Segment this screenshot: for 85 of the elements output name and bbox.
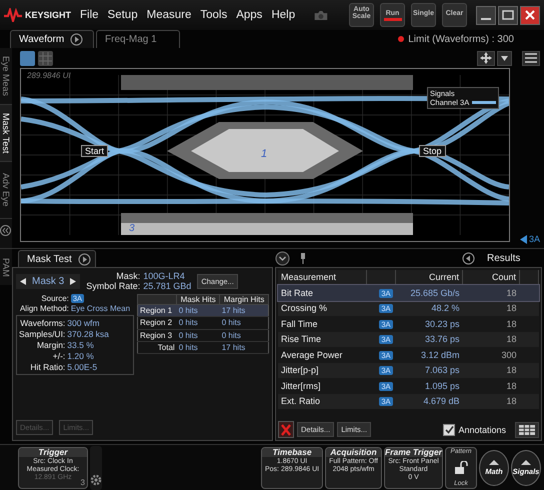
back-icon[interactable] <box>462 252 475 264</box>
panel-title: Results <box>487 252 520 264</box>
table-row[interactable]: Total 0 hits 17 hits <box>138 341 268 354</box>
menu-item[interactable]: Help <box>271 9 296 21</box>
column-header: Margin Hits <box>220 294 268 304</box>
logo-icon <box>4 8 22 22</box>
dropdown-button[interactable] <box>497 50 512 66</box>
move-icon <box>480 52 492 64</box>
maximize-button[interactable] <box>498 6 518 24</box>
checkbox-label: Annotations <box>458 424 506 434</box>
start-marker[interactable]: Start <box>81 145 108 157</box>
pan-button[interactable] <box>477 50 495 66</box>
region-label: 1 <box>261 148 268 160</box>
brand-name: KEYSIGHT <box>25 10 72 20</box>
menu-item[interactable]: Apps <box>236 9 262 21</box>
side-tab[interactable]: Mask Test <box>0 105 12 162</box>
menu-item[interactable]: Tools <box>200 9 228 21</box>
field-value: 1.20 % <box>67 351 95 361</box>
field-label: Symbol Rate: <box>86 281 140 291</box>
caret-icon <box>501 56 508 60</box>
table-row[interactable]: Region 2 0 hits 0 hits <box>138 316 268 329</box>
collapse-icon[interactable] <box>275 250 290 266</box>
annotations-checkbox[interactable] <box>443 424 456 436</box>
field-value: 370.28 ksa <box>67 329 110 339</box>
collapse-icon[interactable] <box>0 225 11 236</box>
table-layout-button[interactable] <box>515 422 539 438</box>
status-dot-icon <box>398 36 404 42</box>
field-label: Hit Ratio: <box>29 362 66 372</box>
close-icon <box>281 424 291 436</box>
field-value: 5.00E-5 <box>67 362 98 372</box>
left-arrow-icon <box>20 278 26 284</box>
minimize-icon <box>481 18 491 20</box>
close-button[interactable] <box>520 6 540 24</box>
maximize-icon <box>502 10 514 20</box>
pin-icon[interactable] <box>300 252 306 264</box>
minimize-button[interactable] <box>476 6 496 24</box>
tab[interactable]: Freq-Mag 1 <box>96 30 180 48</box>
table-row[interactable]: Region 3 0 hits 0 hits <box>138 329 268 342</box>
menu-icon <box>525 53 537 63</box>
gear-icon[interactable] <box>90 474 102 486</box>
field-label: Samples/UI: <box>19 329 66 339</box>
position-label: 289.9846 UI <box>27 71 71 80</box>
field-value: Eye Cross Mean <box>70 304 132 313</box>
field-value: 25.781 GBd <box>143 281 192 291</box>
limit-status: Limit (Waveforms) : 300 <box>408 34 514 44</box>
legend-line <box>472 101 496 104</box>
column-header: Measurement <box>278 270 366 284</box>
check-icon <box>444 425 454 434</box>
side-tab[interactable]: PAM <box>0 249 12 285</box>
mask-selector[interactable]: Mask 3 <box>16 274 80 288</box>
field-label: +/-: <box>52 351 66 361</box>
menu-button[interactable] <box>522 50 540 66</box>
delete-button[interactable] <box>278 421 294 438</box>
field-label: Waveforms: <box>19 318 66 328</box>
column-header: Current <box>396 270 462 284</box>
channel-label: 3A <box>528 234 540 244</box>
stop-marker[interactable]: Stop <box>419 145 446 157</box>
field-label: Mask: <box>115 271 140 281</box>
table-row[interactable]: Region 1 0 hits 17 hits <box>138 304 268 317</box>
column-header: Mask Hits <box>176 294 220 304</box>
lock-icon <box>454 460 468 474</box>
caret-icon <box>521 460 531 464</box>
field-label: Source: <box>40 294 69 303</box>
column-header: Count <box>462 270 520 284</box>
play-icon <box>70 33 84 46</box>
right-arrow-icon <box>70 278 76 284</box>
menu-item[interactable]: Measure <box>146 9 192 21</box>
multi-grid-icon[interactable] <box>38 50 53 66</box>
field-value: 33.5 % <box>67 340 95 350</box>
region-label: 3 <box>129 223 135 234</box>
close-icon <box>524 10 536 20</box>
caret-icon <box>489 460 499 464</box>
grid-icon <box>519 424 535 434</box>
play-icon <box>78 252 91 266</box>
tab[interactable]: Waveform <box>10 30 94 48</box>
panel-tab[interactable]: Mask Test <box>18 250 96 267</box>
field-value: 300 wfm <box>67 318 100 328</box>
single-grid-icon[interactable] <box>20 50 35 66</box>
menu-item[interactable]: Setup <box>108 9 138 21</box>
menu-item[interactable]: File <box>80 9 99 21</box>
side-tab[interactable]: Adv Eye <box>0 162 12 219</box>
channel-pointer-icon <box>520 234 527 244</box>
field-label: Margin: <box>36 340 66 350</box>
field-label: Align Method: <box>18 304 69 313</box>
field-value: 100G-LR4 <box>143 271 186 281</box>
